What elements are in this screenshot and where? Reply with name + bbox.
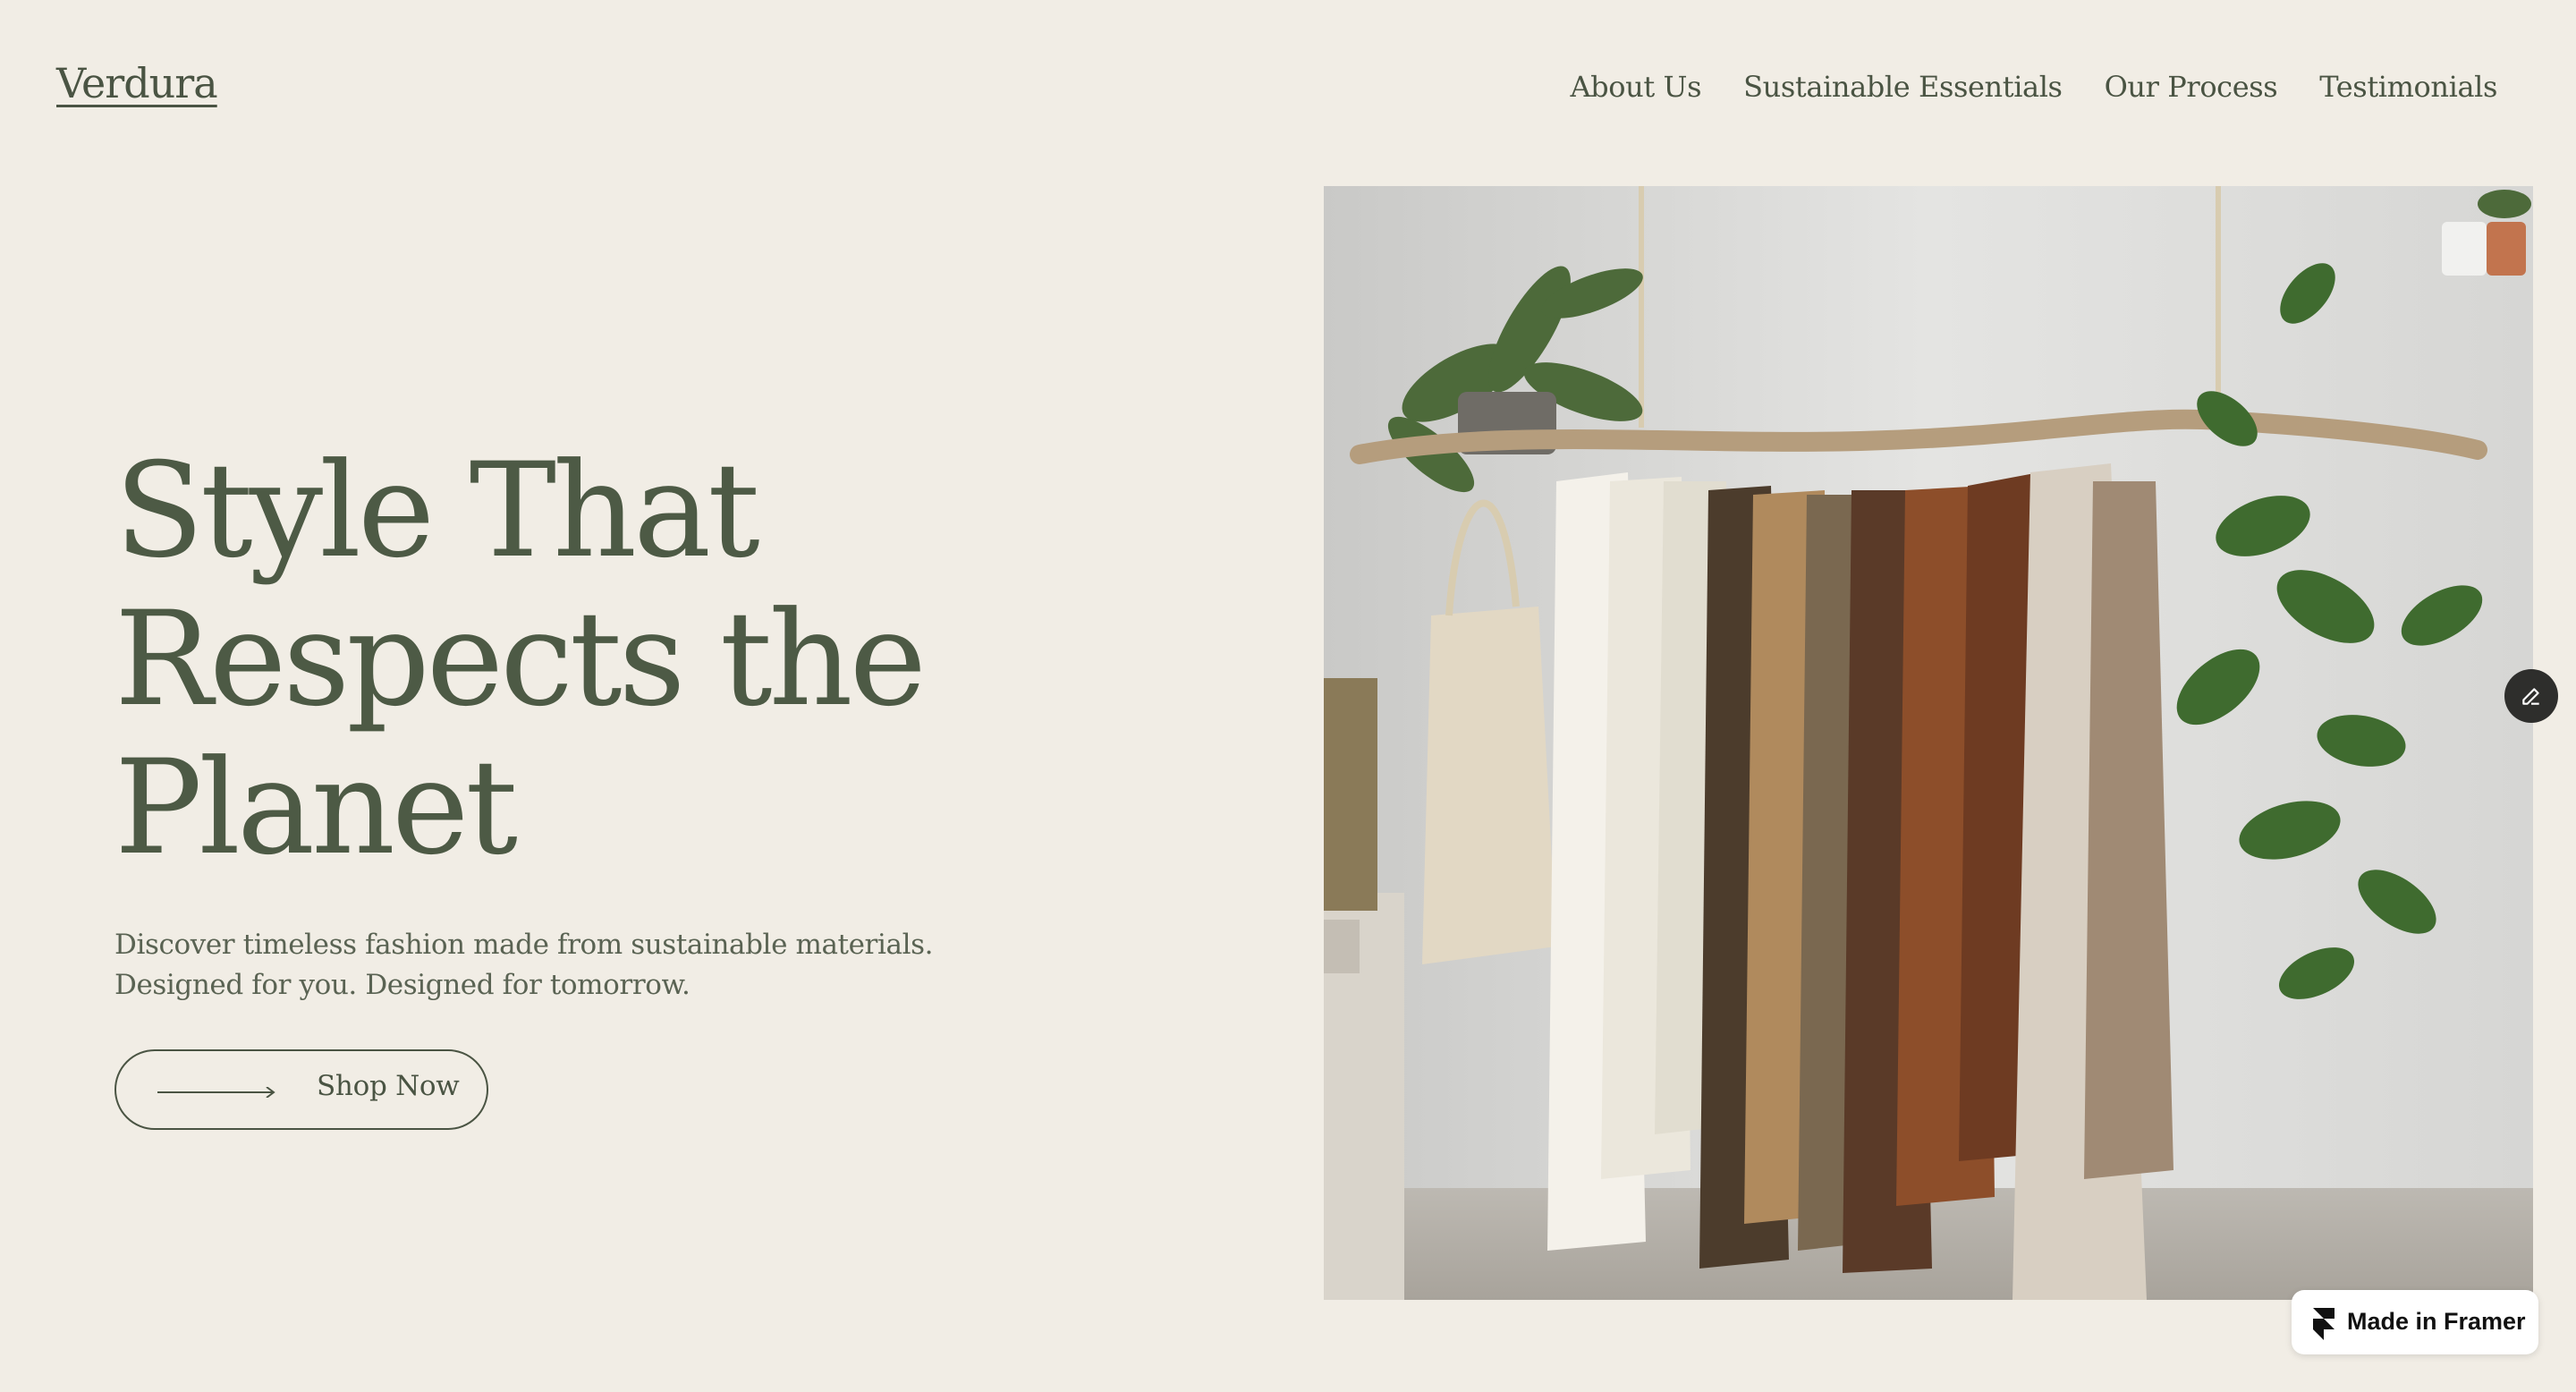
hero-title-line-2: Respects the: [114, 583, 927, 735]
shop-now-button[interactable]: Shop Now: [114, 1049, 488, 1130]
nav-sustainable-essentials[interactable]: Sustainable Essentials: [1743, 70, 2063, 104]
main-nav: About Us Sustainable Essentials Our Proc…: [1570, 70, 2497, 104]
hero-subtitle-line-1: Discover timeless fashion made from sust…: [114, 929, 934, 961]
nav-about-us[interactable]: About Us: [1570, 70, 1701, 104]
hero-subtitle: Discover timeless fashion made from sust…: [114, 925, 937, 1006]
shop-now-label: Shop Now: [317, 1070, 460, 1102]
pencil-icon: [2522, 688, 2539, 705]
clothing-rack-photo: [1324, 186, 2533, 1300]
hero-title: Style That Respects the Planet: [114, 437, 1098, 882]
arrow-right-icon: [157, 1087, 275, 1098]
badge-label: Made in Framer: [2347, 1308, 2526, 1335]
made-in-framer-badge[interactable]: Made in Framer: [2292, 1290, 2538, 1354]
framer-logo-icon: [2313, 1308, 2334, 1340]
edit-button[interactable]: [2504, 669, 2558, 723]
nav-testimonials[interactable]: Testimonials: [2319, 70, 2497, 104]
hero-title-line-3: Planet: [114, 732, 518, 884]
hero-subtitle-line-2: Designed for you. Designed for tomorrow.: [114, 969, 691, 1001]
nav-our-process[interactable]: Our Process: [2105, 70, 2278, 104]
brand-logo[interactable]: Verdura: [56, 59, 218, 107]
hero-title-line-1: Style That: [114, 435, 760, 587]
